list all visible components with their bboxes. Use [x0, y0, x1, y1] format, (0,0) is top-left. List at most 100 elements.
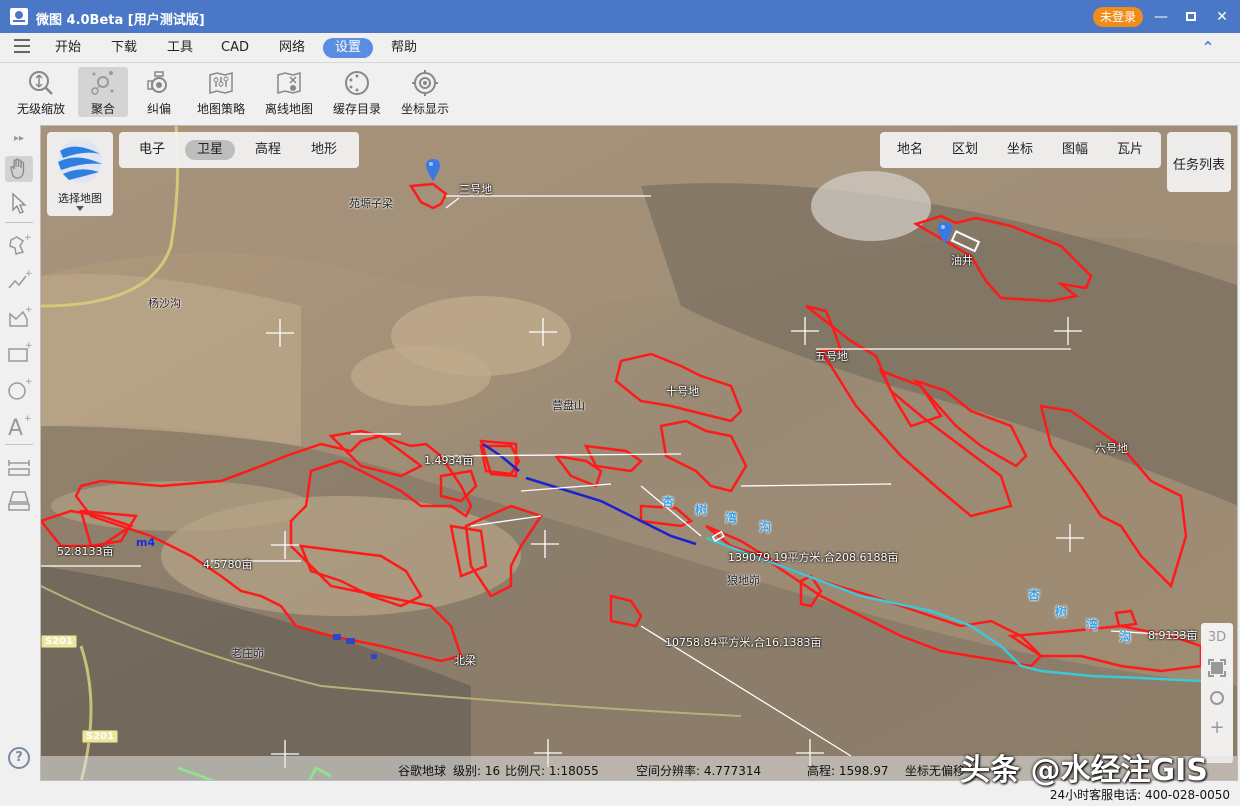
locate-icon[interactable]	[1201, 683, 1233, 713]
select-arrow-icon[interactable]	[5, 190, 33, 216]
field-label: 五号地	[815, 350, 848, 363]
zoom-in-button[interactable]: +	[1201, 713, 1233, 743]
menu-bar: 开始 下载 工具 CAD 网络 设置 帮助 ⌃︎	[0, 33, 1240, 63]
area-label: 139079.19平方米,合208.6188亩	[728, 551, 899, 564]
draw-rectangle-icon[interactable]: +	[5, 340, 33, 366]
svg-text:+: +	[25, 269, 33, 279]
menu-download[interactable]: 下载	[104, 38, 144, 58]
overlay-place-names[interactable]: 地名	[888, 140, 932, 160]
minimize-icon[interactable]: —	[1150, 6, 1172, 28]
tool-label: 纠偏	[146, 102, 171, 116]
overlay-toggles: 地名 区划 坐标 图幅 瓦片	[880, 132, 1161, 168]
expand-icon[interactable]: ▸▸	[5, 130, 33, 148]
place-label: 杨沙沟	[148, 297, 181, 310]
area-label: 52.8133亩	[57, 545, 114, 558]
field-label: 三号地	[459, 183, 492, 196]
place-label: 老庄峁	[231, 647, 264, 660]
pan-hand-icon[interactable]	[5, 156, 33, 182]
status-elevation: 高程: 1598.97	[807, 764, 889, 778]
watermark: 头条 @水经注GIS	[960, 753, 1208, 788]
draw-polygon-icon[interactable]: +	[5, 232, 33, 258]
overlay-tiles[interactable]: 瓦片	[1108, 140, 1152, 160]
tool-coordinate-display[interactable]: 坐标显示	[398, 67, 452, 117]
status-coord-offset: 坐标无偏移	[905, 764, 966, 778]
draw-circle-icon[interactable]: +	[5, 376, 33, 402]
double-chevron-up-icon[interactable]: ⌃︎	[1198, 38, 1218, 58]
maximize-icon[interactable]	[1180, 6, 1202, 28]
menu-cad[interactable]: CAD	[215, 38, 255, 58]
place-label: 苑塬子梁	[349, 197, 393, 210]
task-list-label: 任务列表	[1172, 158, 1225, 173]
tool-rectify[interactable]: 纠偏	[138, 67, 180, 117]
tool-label: 缓存目录	[332, 102, 381, 116]
river-label: 树	[1055, 605, 1068, 619]
tool-label: 聚合	[90, 102, 115, 116]
tool-map-strategy[interactable]: 地图策略	[194, 67, 248, 117]
map-viewport[interactable]: S201 S201 苑塬子梁 杨沙沟 营盘山 狼地峁 老庄峁 油井 北梁 三号地…	[40, 125, 1238, 781]
menu-network[interactable]: 网络	[272, 38, 312, 58]
task-list-button[interactable]: 任务列表	[1167, 132, 1231, 192]
cluster-icon	[91, 71, 114, 95]
map-type-switcher: 电子 卫星 高程 地形	[119, 132, 359, 168]
select-map-button[interactable]: 选择地图	[47, 132, 113, 216]
svg-text:+: +	[25, 377, 33, 387]
menu-settings[interactable]: 设置	[323, 38, 373, 58]
area-label: 10758.84平方米,合16.1383亩	[665, 636, 822, 649]
overlay-sheets[interactable]: 图幅	[1053, 140, 1097, 160]
overlay-coordinates[interactable]: 坐标	[998, 140, 1042, 160]
overlay-districts[interactable]: 区划	[943, 140, 987, 160]
draw-polyline-icon[interactable]: +	[5, 268, 33, 294]
login-badge[interactable]: 未登录	[1093, 7, 1143, 27]
map-controls: 3D +	[1201, 623, 1233, 763]
help-icon[interactable]: ?	[8, 747, 30, 769]
draw-area-icon[interactable]: +	[5, 304, 33, 330]
add-text-icon[interactable]: A +	[5, 412, 33, 441]
fullscreen-icon[interactable]	[1201, 653, 1233, 683]
map-type-terrain[interactable]: 地形	[301, 140, 347, 160]
river-label: 湾	[725, 511, 738, 525]
tool-cluster[interactable]: 聚合	[78, 67, 128, 117]
svg-text:+: +	[24, 233, 32, 243]
hamburger-menu-icon[interactable]	[14, 39, 30, 55]
menu-start[interactable]: 开始	[48, 38, 88, 58]
status-source: 谷歌地球	[398, 764, 447, 778]
river-label: 杏	[1028, 588, 1041, 602]
tool-label: 离线地图	[264, 102, 313, 116]
map-pin-icon[interactable]	[938, 222, 952, 244]
area-label: 8.9133亩	[1148, 629, 1198, 642]
place-label: 北梁	[454, 654, 476, 667]
tool-offline-map[interactable]: 离线地图	[262, 67, 316, 117]
satellite-imagery	[41, 126, 1237, 780]
tool-label: 地图策略	[196, 102, 245, 116]
cache-folder-icon	[345, 71, 369, 95]
river-label: 沟	[759, 520, 772, 534]
3d-button[interactable]: 3D	[1201, 623, 1233, 653]
tool-cache-folder[interactable]: 缓存目录	[330, 67, 384, 117]
divider	[5, 444, 33, 445]
menu-tools[interactable]: 工具	[160, 38, 200, 58]
map-pin-icon[interactable]	[426, 159, 440, 181]
app-logo-icon	[10, 8, 28, 25]
map-type-vector[interactable]: 电子	[129, 140, 175, 160]
area-label: 4.5780亩	[203, 558, 253, 571]
menu-help[interactable]: 帮助	[384, 38, 424, 58]
area-label: 1.4934亩	[424, 454, 474, 467]
place-label: 狼地峁	[727, 574, 760, 587]
measure-area-icon[interactable]	[5, 488, 33, 514]
place-label: 营盘山	[552, 399, 585, 412]
status-resolution: 空间分辨率: 4.777314	[636, 764, 762, 778]
map-type-satellite[interactable]: 卫星	[185, 140, 235, 160]
river-label: 树	[695, 503, 708, 517]
close-icon[interactable]: ✕	[1211, 6, 1233, 28]
field-label: 十号地	[666, 385, 699, 398]
river-label: 湾	[1086, 618, 1099, 632]
measure-distance-icon[interactable]	[5, 454, 33, 480]
map-type-elevation[interactable]: 高程	[245, 140, 291, 160]
offline-map-icon	[277, 72, 301, 94]
tool-stepless-zoom[interactable]: 无级缩放	[10, 67, 72, 117]
river-label: 杏	[662, 495, 675, 509]
status-scale: 比例尺: 1:18055	[505, 764, 599, 778]
place-label: 油井	[951, 254, 973, 267]
svg-text:+: +	[24, 414, 32, 424]
svg-text:A: A	[8, 416, 23, 438]
